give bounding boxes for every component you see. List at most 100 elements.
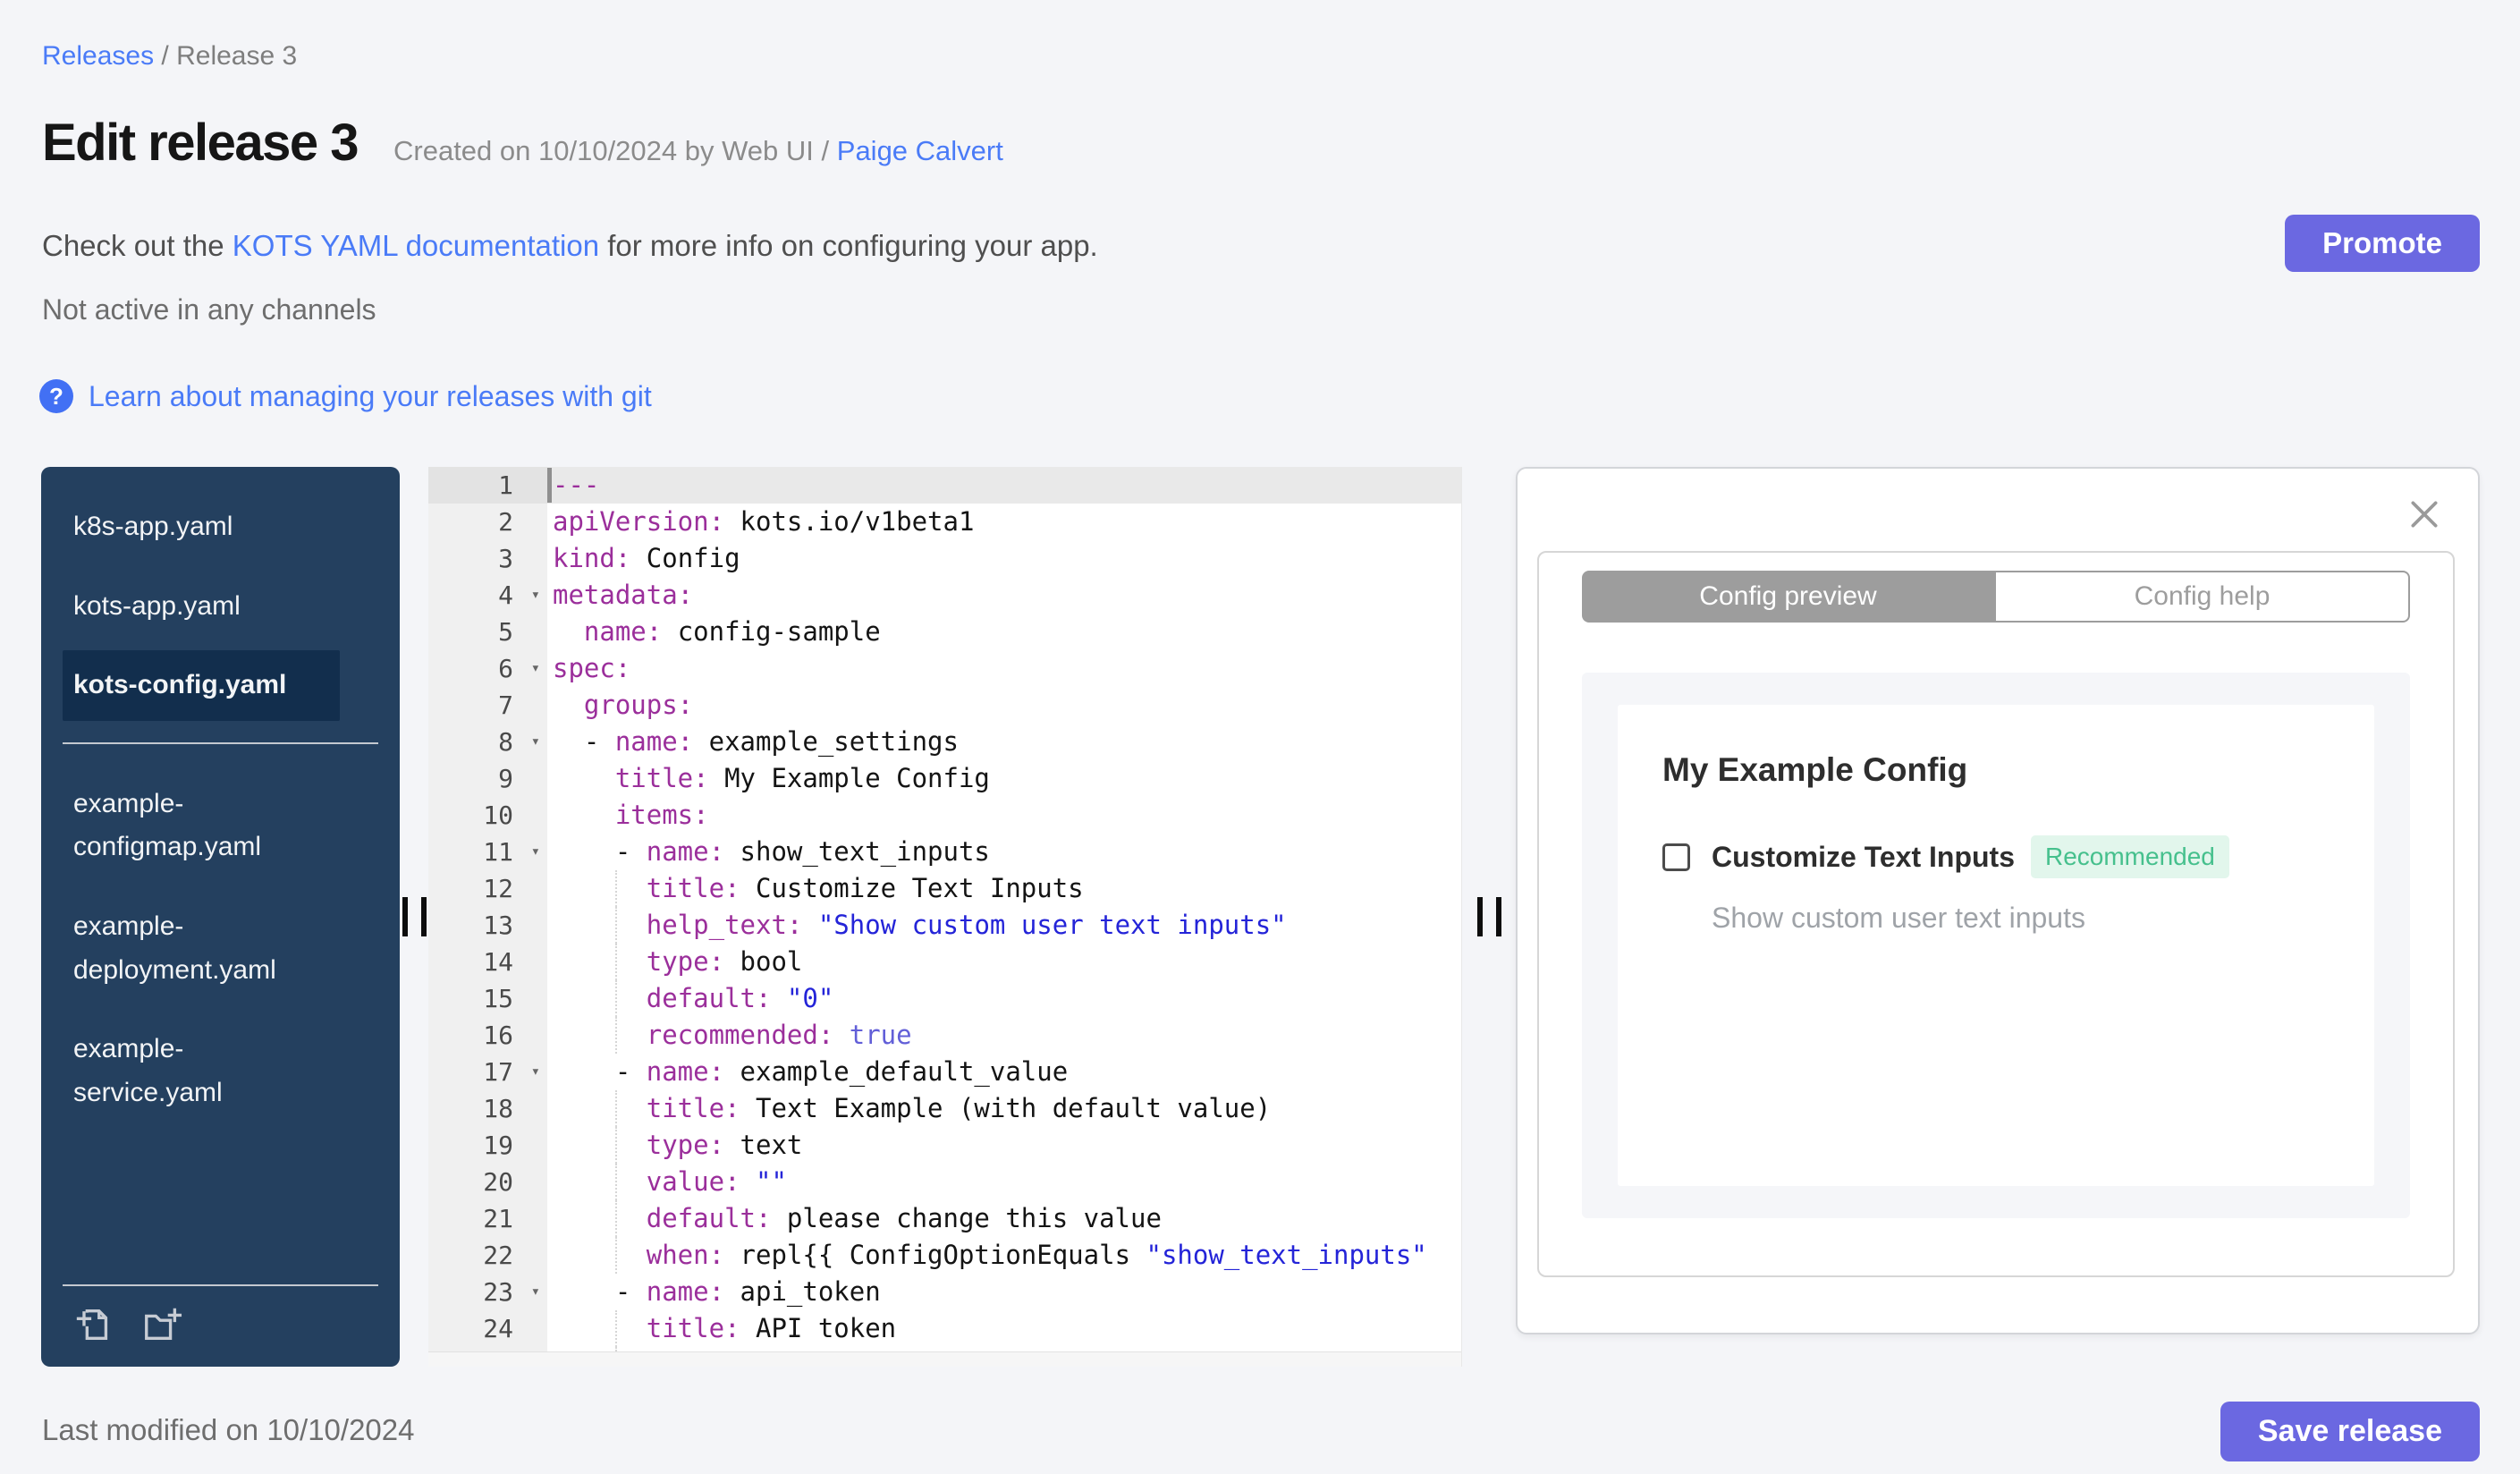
fold-arrow-icon[interactable]: ▾ — [531, 724, 540, 760]
file-tab-example-configmap.yaml[interactable]: example-configmap.yaml — [63, 769, 340, 883]
code-line-text[interactable]: title: API token — [547, 1310, 1461, 1347]
code-line-text[interactable]: help_text: "Show custom user text inputs… — [547, 907, 1461, 944]
code-line-text[interactable]: - name: example_default_value — [547, 1054, 1461, 1090]
code-line: 17 ▾ - name: example_default_value — [428, 1054, 1461, 1090]
file-tab-kots-app.yaml[interactable]: kots-app.yaml — [63, 572, 340, 642]
fold-arrow-icon[interactable]: ▾ — [531, 1054, 540, 1090]
code-line-text[interactable]: - name: example_settings — [547, 724, 1461, 760]
save-release-button[interactable]: Save release — [2220, 1402, 2480, 1461]
fold-arrow-icon[interactable]: ▾ — [531, 650, 540, 687]
code-line: 14 type: bool — [428, 944, 1461, 980]
file-list: k8s-app.yaml kots-app.yaml kots-config.yam… — [41, 492, 400, 1128]
file-tree-footer — [63, 1284, 378, 1367]
fold-arrow-icon[interactable]: ▾ — [531, 577, 540, 614]
indent-guide — [614, 1090, 617, 1127]
config-preview-card: Config preview Config help My Example Co… — [1537, 551, 2455, 1277]
code-line-text[interactable]: name: config-sample — [547, 614, 1461, 650]
code-line: 6 ▾ spec: — [428, 650, 1461, 687]
code-line-text[interactable]: value: "" — [547, 1164, 1461, 1200]
code-line: 2 apiVersion: kots.io/v1beta1 — [428, 504, 1461, 540]
code-line-text[interactable]: default: please change this value — [547, 1200, 1461, 1237]
code-line-text[interactable]: - name: show_text_inputs — [547, 834, 1461, 870]
code-line-text[interactable]: --- — [547, 467, 1461, 504]
file-tab-k8s-app.yaml[interactable]: k8s-app.yaml — [63, 492, 340, 563]
code-line-text[interactable]: title: Customize Text Inputs — [547, 870, 1461, 907]
file-list-divider — [63, 741, 378, 744]
code-line: 22 when: repl{{ ConfigOptionEquals "show… — [428, 1237, 1461, 1274]
indent-guide — [614, 1127, 617, 1164]
code-line-text[interactable]: spec: — [547, 650, 1461, 687]
config-item-label[interactable]: Customize Text Inputs — [1712, 841, 2015, 874]
line-number: 11 ▾ — [428, 834, 547, 870]
line-number: 2 — [428, 504, 547, 540]
code-line-text[interactable]: items: — [547, 797, 1461, 834]
close-icon[interactable] — [2406, 497, 2442, 533]
fold-arrow-icon[interactable]: ▾ — [531, 1274, 540, 1310]
code-line-text[interactable]: type: bool — [547, 944, 1461, 980]
breadcrumb-releases-link[interactable]: Releases — [42, 41, 154, 71]
new-folder-icon[interactable] — [141, 1304, 182, 1345]
kots-yaml-doc-link[interactable]: KOTS YAML documentation — [233, 229, 599, 262]
code-line: 3 kind: Config — [428, 540, 1461, 577]
config-group-title: My Example Config — [1662, 751, 1968, 788]
file-tab-kots-config.yaml[interactable]: kots-config.yaml — [63, 650, 340, 721]
code-line: 12 title: Customize Text Inputs — [428, 870, 1461, 907]
code-line-text[interactable]: apiVersion: kots.io/v1beta1 — [547, 504, 1461, 540]
right-drag-handle[interactable] — [1476, 897, 1501, 936]
channel-status: Not active in any channels — [42, 293, 376, 326]
file-tab-example-deployment.yaml[interactable]: example-deployment.yaml — [63, 892, 340, 1005]
file-tab-example-service.yaml[interactable]: example-service.yaml — [63, 1014, 340, 1128]
right-resize-gap — [1462, 467, 1516, 1367]
tab-config-preview[interactable]: Config preview — [1582, 571, 1994, 623]
yaml-code-editor[interactable]: 1 --- 2 apiVersion: kots.io/v1beta1 3 kind: C… — [428, 467, 1462, 1367]
code-line: 19 type: text — [428, 1127, 1461, 1164]
doc-info-line: Check out the KOTS YAML documentation fo… — [42, 229, 1098, 263]
line-number: 1 — [428, 467, 547, 504]
code-line-text[interactable]: title: My Example Config — [547, 760, 1461, 797]
release-editor-area: k8s-app.yaml kots-app.yaml kots-config.yam… — [41, 467, 2480, 1367]
indent-guide — [614, 1017, 617, 1054]
code-line-text[interactable]: metadata: — [547, 577, 1461, 614]
page-title: Edit release 3 — [42, 114, 359, 172]
code-line: 7 groups: — [428, 687, 1461, 724]
doc-prefix: Check out the — [42, 229, 233, 262]
editor-horizontal-scrollbar[interactable] — [428, 1351, 1461, 1367]
code-line-text[interactable]: when: repl{{ ConfigOptionEquals "show_te… — [547, 1237, 1461, 1274]
new-file-icon[interactable] — [73, 1304, 114, 1345]
line-number: 14 — [428, 944, 547, 980]
code-line-text[interactable]: - name: api_token — [547, 1274, 1461, 1310]
code-line-text[interactable]: default: "0" — [547, 980, 1461, 1017]
code-line: 15 default: "0" — [428, 980, 1461, 1017]
code-line: 13 help_text: "Show custom user text inp… — [428, 907, 1461, 944]
config-item-row: Customize Text Inputs Recommended — [1662, 835, 2330, 878]
file-tree-sidebar: k8s-app.yaml kots-app.yaml kots-config.yam… — [41, 467, 400, 1367]
git-releases-help-link[interactable]: Learn about managing your releases with … — [89, 380, 652, 413]
line-number: 22 — [428, 1237, 547, 1274]
code-line-text[interactable]: recommended: true — [547, 1017, 1461, 1054]
doc-suffix: for more info on configuring your app. — [599, 229, 1098, 262]
line-number: 19 — [428, 1127, 547, 1164]
created-meta: Created on 10/10/2024 by Web UI / Paige … — [393, 135, 1003, 167]
code-line-text[interactable]: kind: Config — [547, 540, 1461, 577]
line-number: 10 — [428, 797, 547, 834]
line-number: 20 — [428, 1164, 547, 1200]
code-line-text[interactable]: type: text — [547, 1127, 1461, 1164]
fold-arrow-icon[interactable]: ▾ — [531, 834, 540, 870]
customize-text-inputs-checkbox[interactable] — [1662, 843, 1690, 871]
line-number: 23 ▾ — [428, 1274, 547, 1310]
indent-guide — [614, 870, 617, 907]
code-line-text[interactable]: title: Text Example (with default value) — [547, 1090, 1461, 1127]
breadcrumb-separator: / — [154, 41, 177, 71]
left-drag-handle[interactable] — [402, 897, 427, 936]
line-number: 18 — [428, 1090, 547, 1127]
code-line-text[interactable]: groups: — [547, 687, 1461, 724]
author-link[interactable]: Paige Calvert — [837, 135, 1003, 166]
question-mark-icon: ? — [39, 379, 73, 413]
edit-release-page: Releases / Release 3 Edit release 3 Crea… — [0, 0, 2520, 1474]
created-text: Created on 10/10/2024 by Web UI / — [393, 135, 830, 166]
config-group-card: My Example Config Customize Text Inputs … — [1618, 705, 2374, 1186]
tab-config-help[interactable]: Config help — [1994, 571, 2410, 623]
promote-button[interactable]: Promote — [2285, 215, 2480, 272]
code-line: 21 default: please change this value — [428, 1200, 1461, 1237]
line-number: 4 ▾ — [428, 577, 547, 614]
